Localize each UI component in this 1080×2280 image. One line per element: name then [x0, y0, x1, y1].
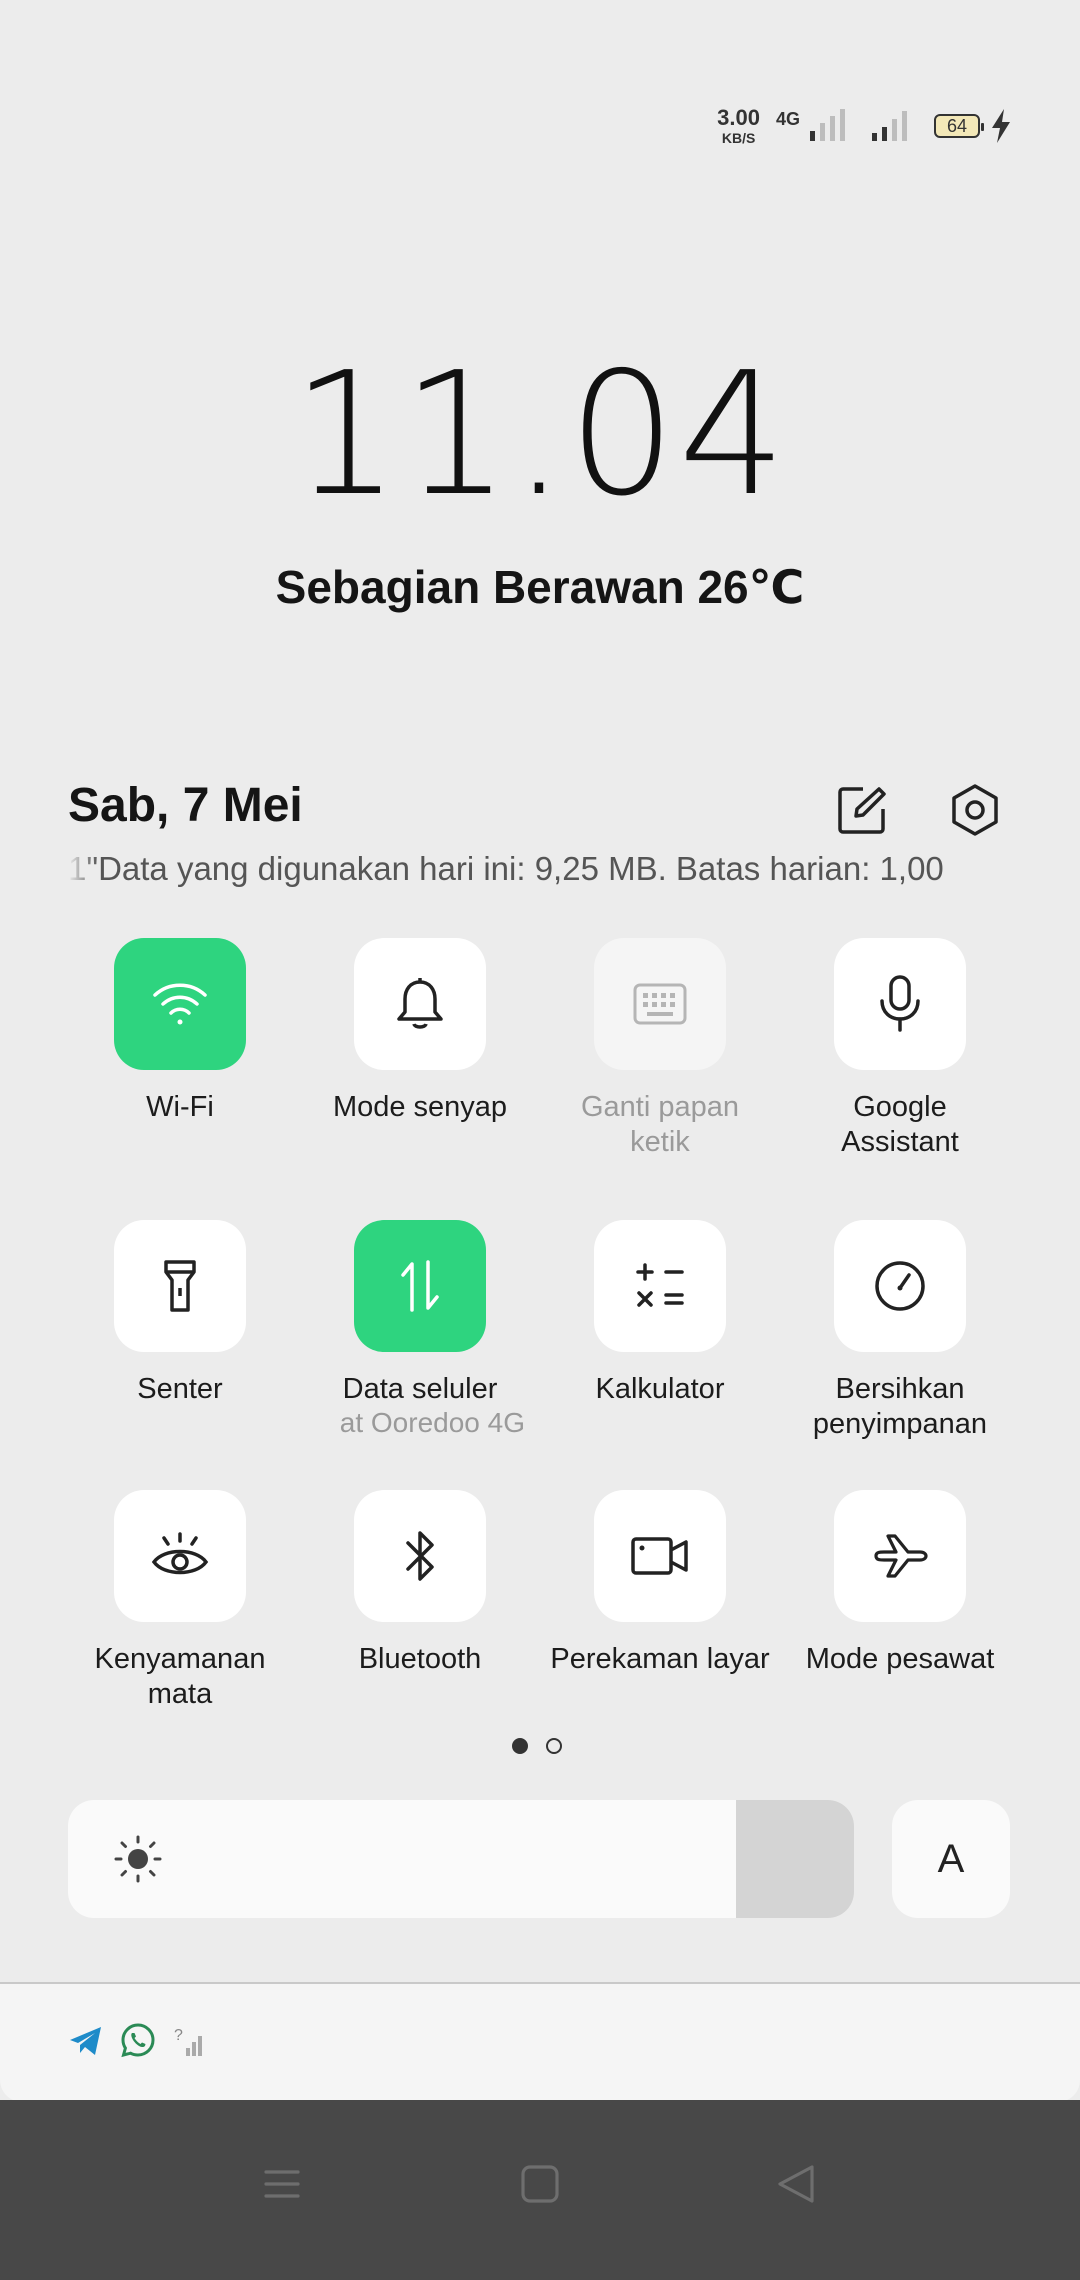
tile-wifi-button[interactable]	[114, 938, 246, 1070]
tile-mobile-data-carrier: at Ooredoo 4G	[339, 1407, 525, 1438]
tile-calculator[interactable]: Kalkulator	[540, 1220, 780, 1407]
brightness-remaining-track	[736, 1800, 854, 1918]
tile-airplane-mode[interactable]: Mode pesawat	[780, 1490, 1020, 1677]
battery-icon: 64	[934, 114, 984, 138]
tile-screen-record[interactable]: Perekaman layar	[540, 1490, 780, 1677]
tile-google-assistant-label: Google Assistant	[841, 1091, 959, 1158]
tile-switch-keyboard-button[interactable]	[594, 938, 726, 1070]
tile-flashlight[interactable]: Senter	[60, 1220, 300, 1407]
tile-airplane-mode-label: Mode pesawat	[805, 1643, 995, 1675]
clock: 11.04	[291, 336, 789, 534]
signal-icon-sim2	[872, 111, 907, 141]
back-triangle-icon	[778, 2165, 814, 2203]
charging-icon	[992, 109, 1010, 143]
eye-comfort-icon	[151, 1532, 209, 1575]
tile-switch-keyboard[interactable]: Ganti papan ketik	[540, 938, 780, 1160]
no-sim-signal-icon: ?	[174, 2027, 202, 2056]
tile-google-assistant-button[interactable]	[834, 938, 966, 1070]
home-button[interactable]	[498, 2142, 582, 2226]
network-type: 4G	[775, 108, 800, 129]
date-label: Sab, 7 Mei	[68, 779, 303, 832]
tile-mobile-data-button[interactable]	[354, 1220, 486, 1352]
signal-icon	[810, 109, 845, 141]
tile-flashlight-label: Senter	[137, 1373, 223, 1405]
status-bar: 3.00 KB/S 4G 64	[717, 100, 1012, 152]
auto-brightness-button[interactable]: A	[892, 1800, 1010, 1918]
tile-clean-storage-label: Bersihkan penyimpanan	[812, 1373, 988, 1440]
tile-calculator-button[interactable]	[594, 1220, 726, 1352]
tile-mobile-data[interactable]: Data seluler at Ooredoo 4G	[300, 1220, 540, 1439]
notification-icons-bar[interactable]: ?	[0, 1982, 1080, 2102]
tile-wifi[interactable]: Wi-Fi	[60, 938, 300, 1125]
whatsapp-icon	[121, 2023, 155, 2058]
network-speed: 3.00 KB/S	[717, 105, 760, 146]
settings-button[interactable]	[940, 775, 1010, 845]
wifi-icon	[153, 983, 207, 1025]
bluetooth-icon	[406, 1531, 434, 1581]
battery-level: 64	[946, 115, 968, 136]
tile-silent-mode[interactable]: Mode senyap	[300, 938, 540, 1125]
weather-summary: Sebagian Berawan 26℃	[275, 561, 805, 613]
telegram-icon	[70, 2027, 101, 2055]
tile-flashlight-button[interactable]	[114, 1220, 246, 1352]
storage-cleanup-icon	[875, 1261, 925, 1311]
page-dot-1[interactable]	[512, 1738, 528, 1754]
svg-text:?: ?	[174, 2027, 183, 2044]
microphone-icon	[880, 975, 920, 1032]
tile-bluetooth-button[interactable]	[354, 1490, 486, 1622]
tile-wifi-label: Wi-Fi	[146, 1091, 214, 1123]
mobile-data-icon	[401, 1260, 439, 1312]
tile-airplane-mode-button[interactable]	[834, 1490, 966, 1622]
tile-google-assistant[interactable]: Google Assistant	[780, 938, 1020, 1160]
page-indicator	[512, 1738, 562, 1754]
menu-icon	[264, 2170, 300, 2198]
home-square-icon	[521, 2165, 559, 2203]
tile-silent-mode-label: Mode senyap	[332, 1091, 508, 1123]
tile-screen-record-button[interactable]	[594, 1490, 726, 1622]
tile-mobile-data-label: Data seluler	[342, 1373, 498, 1405]
tile-eye-comfort-label: Kenyamanan mata	[94, 1643, 266, 1710]
tile-bluetooth-label: Bluetooth	[358, 1643, 482, 1675]
tile-eye-comfort-button[interactable]	[114, 1490, 246, 1622]
tile-silent-mode-button[interactable]	[354, 938, 486, 1070]
airplane-icon	[874, 1534, 928, 1578]
data-usage-marquee: 1"Data yang digunakan hari ini: 9,25 MB.…	[68, 850, 1008, 888]
back-button[interactable]	[754, 2142, 838, 2226]
tile-switch-keyboard-label: Ganti papan ketik	[580, 1091, 739, 1158]
tile-screen-record-label: Perekaman layar	[550, 1643, 770, 1675]
network-speed-unit: KB/S	[721, 130, 756, 146]
settings-icon	[952, 784, 998, 836]
auto-brightness-label: A	[937, 1836, 965, 1881]
edit-tiles-button[interactable]	[827, 775, 897, 845]
brightness-slider[interactable]	[68, 1800, 854, 1918]
page-dot-2[interactable]	[546, 1738, 562, 1754]
tile-eye-comfort[interactable]: Kenyamanan mata	[60, 1490, 300, 1712]
tile-clean-storage[interactable]: Bersihkan penyimpanan	[780, 1220, 1020, 1442]
brightness-icon	[114, 1835, 162, 1883]
tile-calculator-label: Kalkulator	[595, 1373, 725, 1405]
screen-record-icon	[631, 1537, 688, 1575]
bell-icon	[397, 978, 443, 1029]
flashlight-icon	[164, 1260, 196, 1312]
network-speed-value: 3.00	[717, 105, 760, 130]
navigation-bar	[0, 2100, 1080, 2280]
edit-icon	[838, 787, 886, 834]
recents-button[interactable]	[240, 2142, 324, 2226]
calculator-icon	[636, 1263, 684, 1307]
tile-clean-storage-button[interactable]	[834, 1220, 966, 1352]
keyboard-icon	[633, 983, 687, 1025]
tile-bluetooth[interactable]: Bluetooth	[300, 1490, 540, 1677]
